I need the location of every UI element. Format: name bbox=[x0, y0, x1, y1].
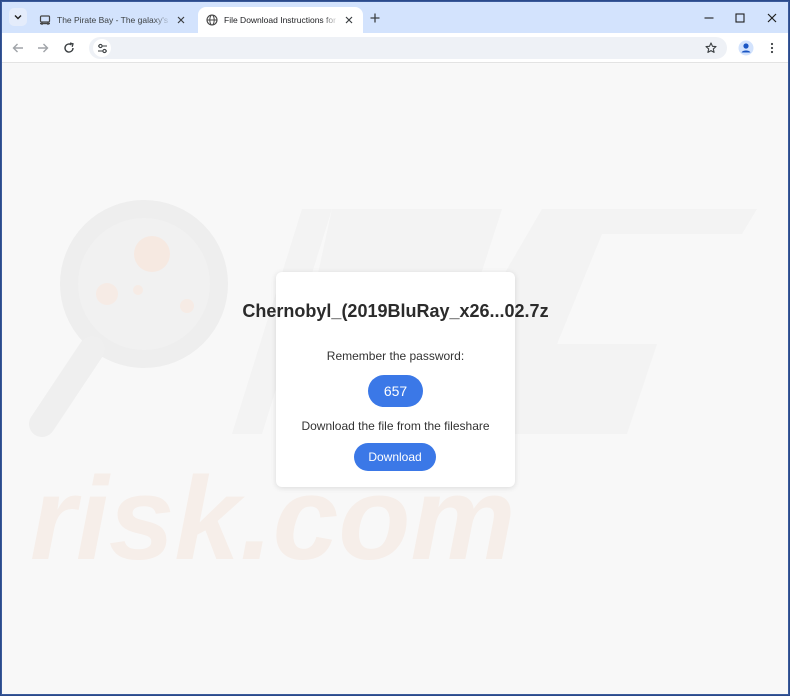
maximize-icon bbox=[735, 13, 745, 23]
forward-button[interactable] bbox=[34, 39, 52, 57]
tab-file-download[interactable]: File Download Instructions for Chernobyl bbox=[198, 7, 363, 33]
minimize-icon bbox=[704, 17, 714, 19]
globe-icon bbox=[206, 14, 218, 26]
password-badge: 657 bbox=[368, 375, 423, 407]
file-name-title: Chernobyl_(2019BluRay_x26...02.7z bbox=[242, 301, 549, 321]
arrow-right-icon bbox=[38, 43, 49, 53]
reload-icon bbox=[64, 42, 74, 53]
tab-close-icon[interactable] bbox=[343, 14, 355, 26]
maximize-button[interactable] bbox=[731, 9, 749, 27]
tab-strip: The Pirate Bay - The galaxy's most resil… bbox=[2, 2, 788, 33]
chevron-down-icon bbox=[14, 15, 22, 20]
minimize-button[interactable] bbox=[700, 9, 718, 27]
download-card: Chernobyl_(2019BluRay_x26...02.7z Rememb… bbox=[242, 272, 549, 487]
tab-close-icon[interactable] bbox=[175, 14, 187, 26]
arrow-left-icon bbox=[12, 43, 23, 53]
profile-button[interactable] bbox=[737, 39, 755, 57]
menu-button[interactable] bbox=[763, 39, 781, 57]
reload-button[interactable] bbox=[60, 39, 78, 57]
download-button[interactable]: Download bbox=[354, 443, 436, 471]
address-bar[interactable] bbox=[89, 37, 727, 59]
tune-icon bbox=[97, 43, 107, 53]
tab-pirate-bay[interactable]: The Pirate Bay - The galaxy's most resil… bbox=[31, 7, 195, 33]
plus-icon bbox=[370, 13, 380, 23]
back-button[interactable] bbox=[9, 39, 27, 57]
bookmark-button[interactable] bbox=[703, 40, 719, 56]
browser-window: The Pirate Bay - The galaxy's most resil… bbox=[1, 1, 789, 695]
new-tab-button[interactable] bbox=[367, 10, 383, 26]
account-icon bbox=[738, 40, 754, 56]
more-vert-icon bbox=[770, 42, 774, 54]
close-window-button[interactable] bbox=[763, 9, 781, 27]
page-content: risk.com Chernobyl_(2019BluRay_x26...02.… bbox=[2, 64, 788, 694]
star-icon bbox=[705, 42, 717, 53]
browser-toolbar bbox=[2, 33, 788, 63]
tab-title: File Download Instructions for Chernobyl bbox=[224, 15, 339, 25]
close-icon bbox=[767, 13, 777, 23]
site-info-button[interactable] bbox=[93, 39, 111, 57]
download-instruction: Download the file from the fileshare bbox=[301, 419, 490, 433]
password-label: Remember the password: bbox=[326, 349, 465, 363]
tab-title: The Pirate Bay - The galaxy's most resil… bbox=[57, 15, 171, 25]
tab-search-button[interactable] bbox=[9, 8, 27, 26]
ship-icon bbox=[39, 14, 51, 26]
